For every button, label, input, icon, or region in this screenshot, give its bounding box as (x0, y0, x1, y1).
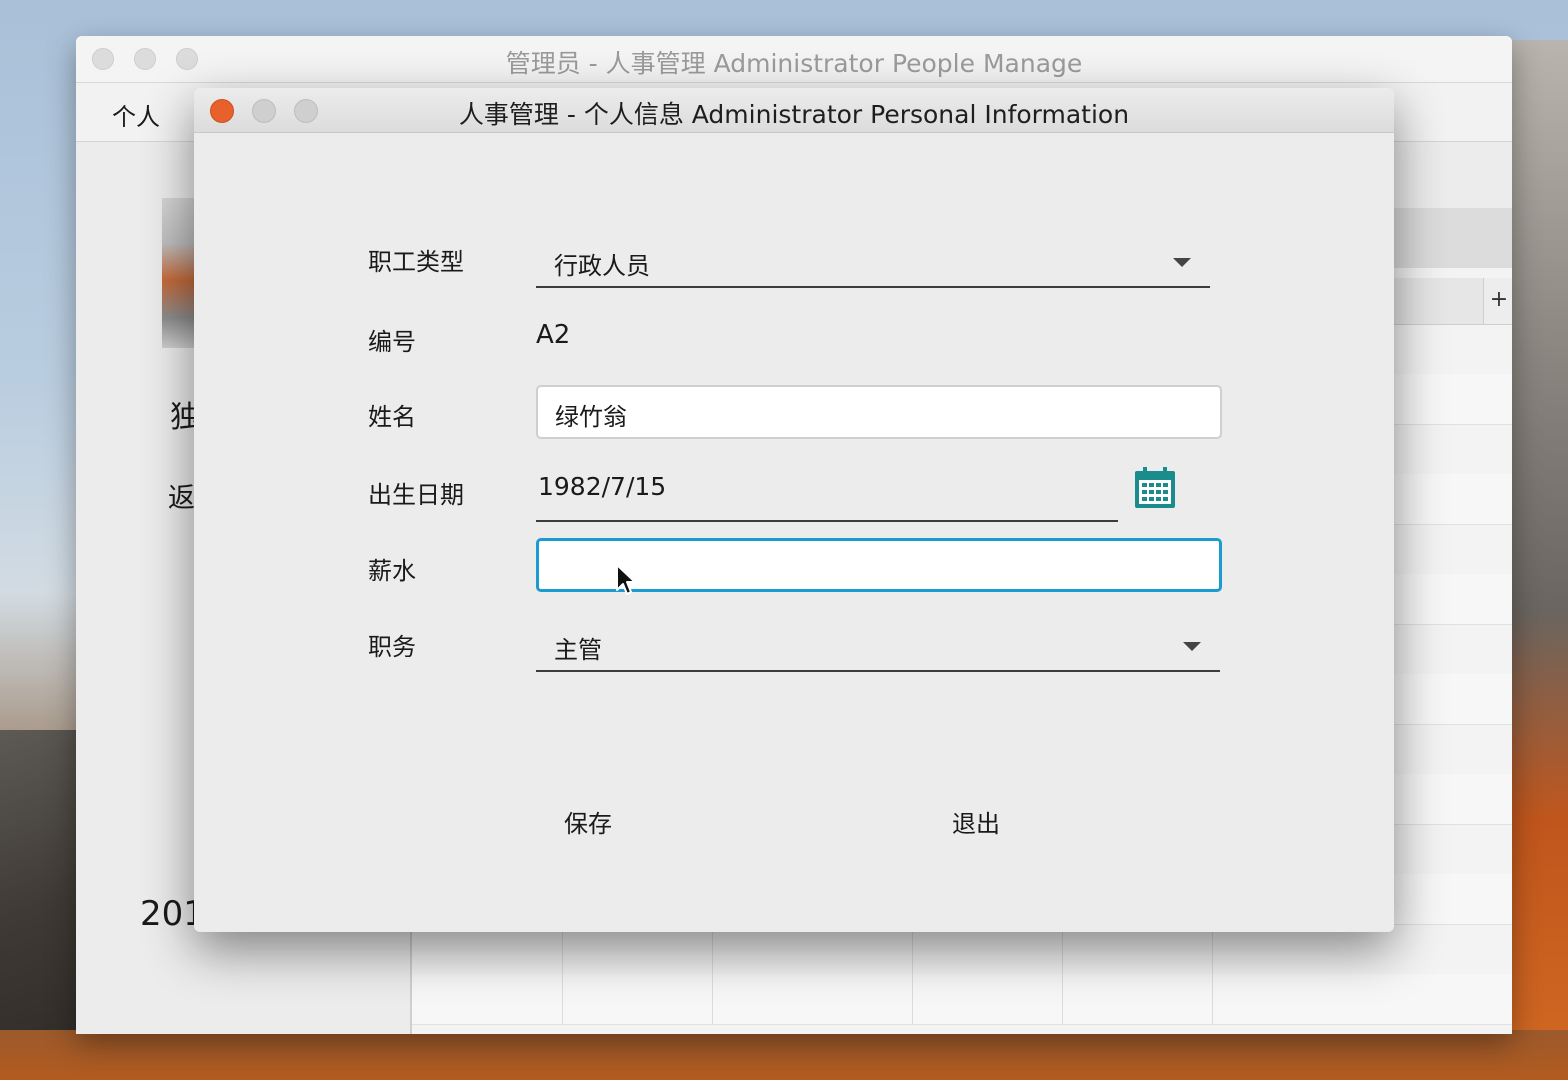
birth-date-value: 1982/7/15 (538, 472, 667, 501)
add-column-button[interactable]: + (1483, 278, 1512, 324)
position-value: 主管 (554, 636, 602, 664)
name-field[interactable]: 绿竹翁 (536, 385, 1222, 439)
personal-info-dialog: 人事管理 - 个人信息 Administrator Personal Infor… (194, 88, 1394, 932)
name-field-value: 绿竹翁 (555, 403, 627, 431)
return-link[interactable]: 返 (168, 476, 195, 515)
id-value: A2 (536, 320, 571, 350)
calendar-icon[interactable] (1134, 467, 1176, 509)
desktop-ground (0, 1030, 1568, 1080)
id-label: 编号 (368, 328, 416, 356)
dialog-titlebar[interactable]: 人事管理 - 个人信息 Administrator Personal Infor… (194, 88, 1394, 133)
position-label: 职务 (368, 633, 416, 661)
chevron-down-icon (1183, 642, 1201, 651)
exit-button[interactable]: 退出 (952, 804, 1000, 839)
employee-type-label: 职工类型 (368, 248, 464, 276)
dialog-title: 人事管理 - 个人信息 Administrator Personal Infor… (458, 100, 1130, 129)
menu-personal[interactable]: 个人 (112, 97, 160, 132)
mouse-cursor-icon (616, 564, 636, 595)
name-label: 姓名 (368, 403, 416, 431)
desktop-mountain-right (1508, 40, 1568, 1080)
employee-type-value: 行政人员 (554, 252, 650, 280)
birth-date-label: 出生日期 (368, 481, 464, 509)
salary-label: 薪水 (368, 557, 416, 585)
position-select[interactable]: 主管 (536, 620, 1220, 672)
birth-date-field[interactable]: 1982/7/15 (536, 460, 1118, 522)
save-button[interactable]: 保存 (564, 804, 612, 839)
plus-icon: + (1489, 287, 1509, 312)
chevron-down-icon (1173, 258, 1191, 267)
main-window-titlebar[interactable]: 管理员 - 人事管理 Administrator People Manage (76, 36, 1512, 83)
employee-type-select[interactable]: 行政人员 (536, 236, 1210, 288)
main-window-title: 管理员 - 人事管理 Administrator People Manage (505, 49, 1083, 78)
salary-field[interactable] (536, 538, 1222, 592)
table-row[interactable] (412, 974, 1512, 1025)
